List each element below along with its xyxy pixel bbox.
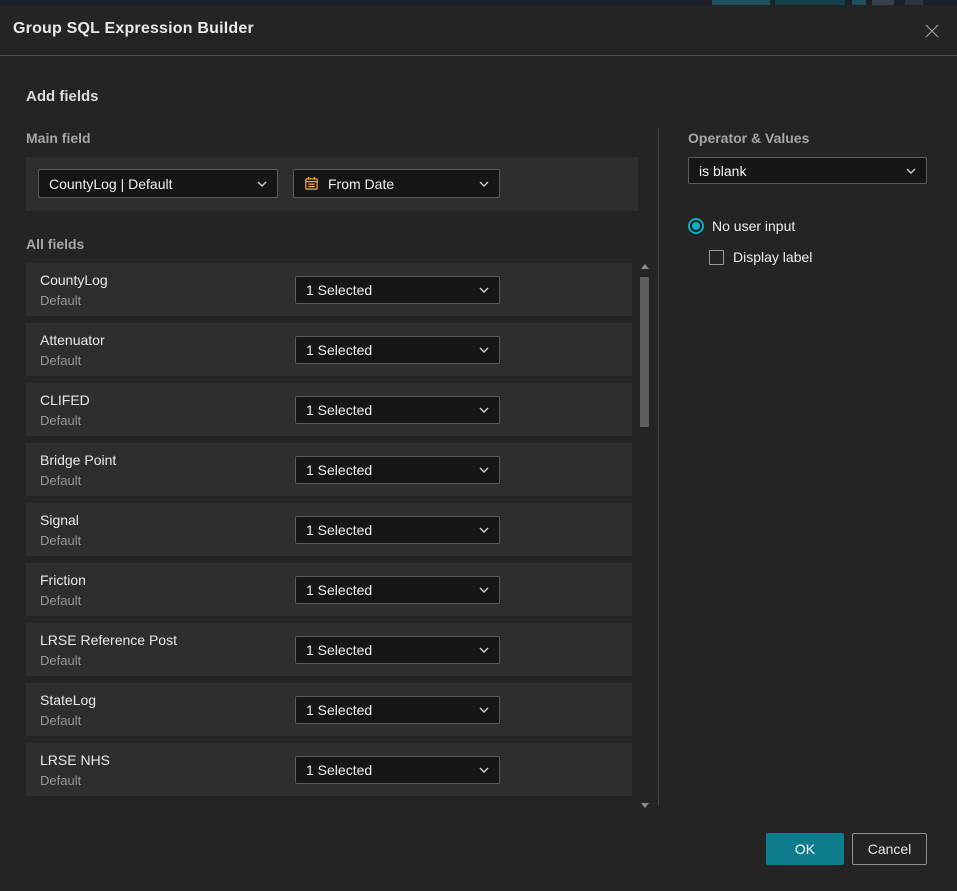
field-subtitle: Default [40, 533, 81, 548]
close-icon [924, 23, 940, 39]
field-selection-dropdown[interactable]: 1 Selected [295, 456, 500, 484]
list-scrollbar[interactable] [638, 258, 651, 810]
field-selection-value: 1 Selected [306, 402, 479, 418]
chevron-down-icon [257, 181, 267, 187]
field-name: StateLog [40, 692, 96, 708]
field-selection-dropdown[interactable]: 1 Selected [295, 276, 500, 304]
radio-selected-icon [688, 218, 704, 234]
chevron-down-icon [906, 168, 916, 174]
field-name: Attenuator [40, 332, 105, 348]
field-subtitle: Default [40, 593, 81, 608]
field-subtitle: Default [40, 413, 81, 428]
no-user-input-radio[interactable]: No user input [688, 218, 795, 234]
main-field-label: Main field [26, 130, 91, 146]
dialog-header: Group SQL Expression Builder [0, 5, 957, 56]
field-subtitle: Default [40, 653, 81, 668]
close-button[interactable] [917, 16, 947, 46]
chevron-down-icon [479, 587, 489, 593]
field-name: LRSE Reference Post [40, 632, 177, 648]
field-row: CountyLog Default 1 Selected [26, 263, 632, 316]
field-row: Friction Default 1 Selected [26, 563, 632, 616]
field-name: Friction [40, 572, 86, 588]
field-selection-dropdown[interactable]: 1 Selected [295, 636, 500, 664]
field-selection-dropdown[interactable]: 1 Selected [295, 576, 500, 604]
chevron-down-icon [479, 647, 489, 653]
field-selection-dropdown[interactable]: 1 Selected [295, 516, 500, 544]
operator-dropdown-value: is blank [699, 163, 906, 179]
panel-divider [658, 128, 659, 805]
operator-dropdown[interactable]: is blank [688, 157, 927, 184]
field-row: LRSE NHS Default 1 Selected [26, 743, 632, 796]
add-fields-heading: Add fields [26, 88, 99, 105]
field-name: CLIFED [40, 392, 90, 408]
field-selection-value: 1 Selected [306, 342, 479, 358]
display-label-checkbox[interactable]: Display label [709, 249, 812, 265]
chevron-down-icon [479, 527, 489, 533]
chevron-down-icon [479, 467, 489, 473]
layer-dropdown[interactable]: CountyLog | Default [38, 169, 278, 198]
main-field-panel: CountyLog | Default From Date [26, 157, 638, 211]
field-selection-dropdown[interactable]: 1 Selected [295, 396, 500, 424]
field-subtitle: Default [40, 353, 81, 368]
scroll-up-icon[interactable] [641, 264, 649, 269]
field-selection-dropdown[interactable]: 1 Selected [295, 756, 500, 784]
chevron-down-icon [479, 181, 489, 187]
scroll-down-icon[interactable] [641, 803, 649, 808]
calendar-icon [304, 176, 319, 191]
scrollbar-thumb[interactable] [640, 277, 649, 427]
field-row: StateLog Default 1 Selected [26, 683, 632, 736]
operator-values-label: Operator & Values [688, 130, 809, 146]
checkbox-unchecked-icon [709, 250, 724, 265]
field-selection-dropdown[interactable]: 1 Selected [295, 696, 500, 724]
field-name: Signal [40, 512, 79, 528]
field-selection-value: 1 Selected [306, 522, 479, 538]
cancel-button[interactable]: Cancel [852, 833, 927, 865]
chevron-down-icon [479, 347, 489, 353]
field-subtitle: Default [40, 713, 81, 728]
chevron-down-icon [479, 287, 489, 293]
field-name: LRSE NHS [40, 752, 110, 768]
chevron-down-icon [479, 407, 489, 413]
chevron-down-icon [479, 707, 489, 713]
field-subtitle: Default [40, 293, 81, 308]
ok-button[interactable]: OK [766, 833, 844, 865]
all-fields-list: CountyLog Default 1 Selected Attenuator … [26, 263, 632, 803]
field-row: Bridge Point Default 1 Selected [26, 443, 632, 496]
dialog-title: Group SQL Expression Builder [13, 20, 254, 38]
field-selection-value: 1 Selected [306, 702, 479, 718]
field-row: LRSE Reference Post Default 1 Selected [26, 623, 632, 676]
screen: Group SQL Expression Builder Add fields … [0, 0, 957, 891]
field-selection-value: 1 Selected [306, 282, 479, 298]
field-dropdown[interactable]: From Date [293, 169, 500, 198]
field-row: CLIFED Default 1 Selected [26, 383, 632, 436]
no-user-input-label: No user input [712, 218, 795, 234]
field-selection-value: 1 Selected [306, 462, 479, 478]
field-selection-dropdown[interactable]: 1 Selected [295, 336, 500, 364]
field-subtitle: Default [40, 473, 81, 488]
layer-dropdown-value: CountyLog | Default [49, 176, 257, 192]
field-dropdown-value: From Date [328, 176, 479, 192]
field-selection-value: 1 Selected [306, 582, 479, 598]
field-row: Attenuator Default 1 Selected [26, 323, 632, 376]
field-selection-value: 1 Selected [306, 642, 479, 658]
display-label-text: Display label [733, 249, 812, 265]
field-name: Bridge Point [40, 452, 116, 468]
field-selection-value: 1 Selected [306, 762, 479, 778]
chevron-down-icon [479, 767, 489, 773]
field-name: CountyLog [40, 272, 108, 288]
group-sql-expression-builder-dialog: Group SQL Expression Builder Add fields … [0, 5, 957, 891]
all-fields-label: All fields [26, 236, 84, 252]
field-subtitle: Default [40, 773, 81, 788]
field-row: Signal Default 1 Selected [26, 503, 632, 556]
